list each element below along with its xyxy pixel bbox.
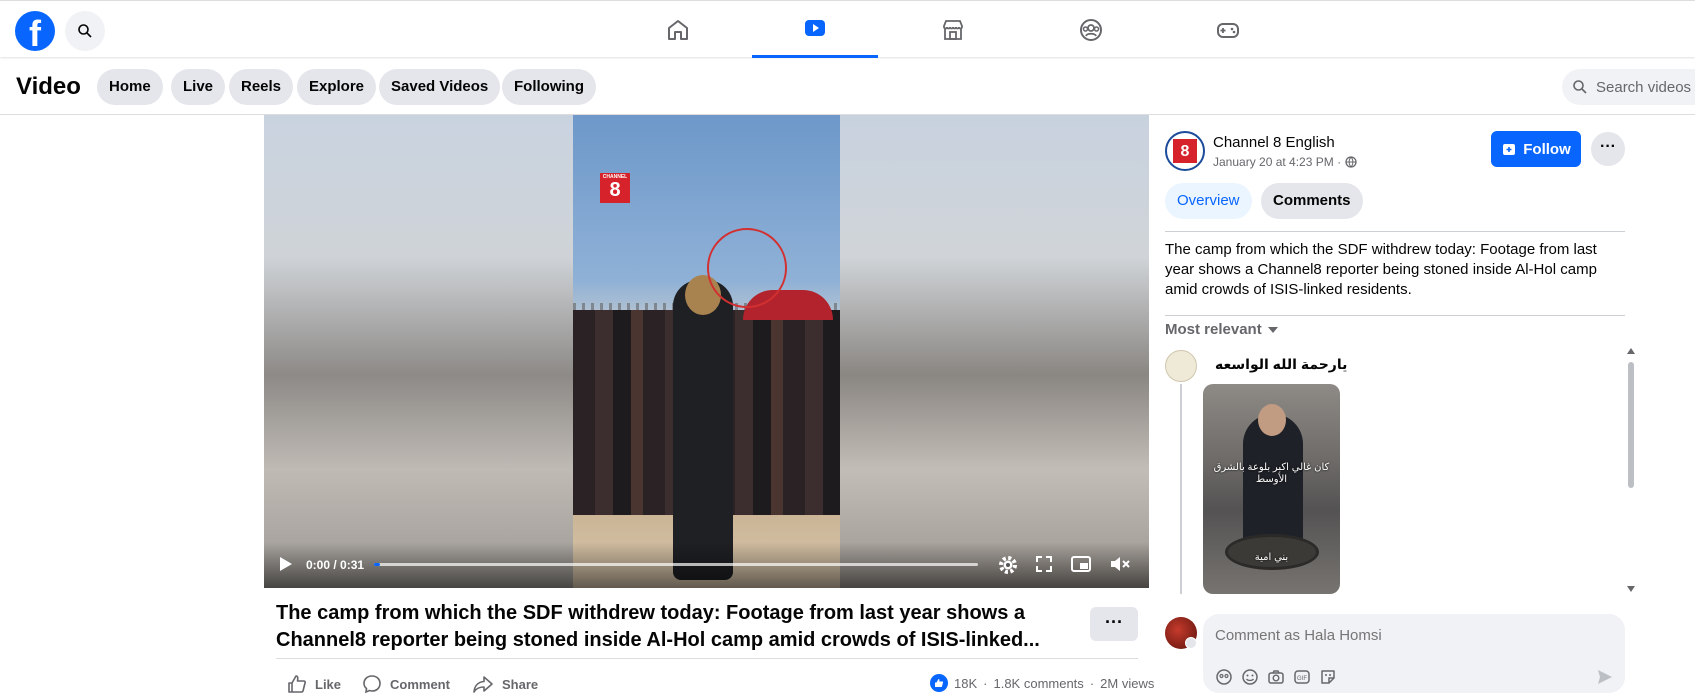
comments-scrollbar[interactable] xyxy=(1626,348,1636,592)
top-navigation-bar: f xyxy=(0,0,1695,58)
channel8-logo: CHANNEL 8 xyxy=(600,173,630,203)
mute-icon[interactable] xyxy=(1109,554,1131,574)
nav-tab-video[interactable] xyxy=(752,1,878,58)
page-title: Video xyxy=(16,73,81,100)
more-options-button[interactable]: ··· xyxy=(1591,132,1625,166)
comment-count[interactable]: 1.8K comments xyxy=(993,676,1083,691)
chip-following[interactable]: Following xyxy=(502,69,596,105)
scroll-down-arrow-icon[interactable] xyxy=(1627,586,1635,592)
highlight-circle xyxy=(707,228,787,308)
chip-live[interactable]: Live xyxy=(171,69,226,105)
divider xyxy=(1165,315,1625,316)
search-videos-field[interactable]: Search videos xyxy=(1562,69,1695,105)
comment-label: Comment xyxy=(390,676,450,692)
like-button[interactable]: Like xyxy=(287,674,341,694)
post-stats: 18K · 1.8K comments · 2M views xyxy=(930,674,1154,692)
image-caption: كان غالي اكبر بلوعة بالشرق الأوسط xyxy=(1213,462,1330,485)
thread-line xyxy=(1180,384,1182,594)
scroll-thumb[interactable] xyxy=(1628,362,1634,488)
progress-bar[interactable] xyxy=(374,563,978,566)
commenter-avatar[interactable] xyxy=(1165,350,1197,382)
video-controls: 0:00 / 0:31 xyxy=(264,542,1149,588)
tab-overview[interactable]: Overview xyxy=(1165,183,1252,219)
video-player[interactable]: CHANNEL 8 0:00 / 0:31 xyxy=(264,115,1149,588)
share-label: Share xyxy=(502,676,539,692)
video-time: 0:00 / 0:31 xyxy=(306,558,365,572)
post-title: The camp from which the SDF withdrew tod… xyxy=(276,602,1040,651)
globe-icon xyxy=(1345,156,1357,168)
reaction-count[interactable]: 18K xyxy=(954,676,977,691)
nav-tab-groups[interactable] xyxy=(1028,1,1154,58)
home-icon xyxy=(668,19,688,40)
gif-icon[interactable]: GIF xyxy=(1293,668,1311,686)
share-button[interactable]: Share xyxy=(472,674,538,694)
svg-text:GIF: GIF xyxy=(1297,676,1307,682)
thumbs-up-icon xyxy=(288,675,306,693)
comment-composer: GIF xyxy=(1203,614,1625,693)
chip-explore[interactable]: Explore xyxy=(297,69,377,105)
chip-saved-videos[interactable]: Saved Videos xyxy=(379,69,501,105)
settings-gear-icon[interactable] xyxy=(997,554,1019,576)
progress-fill xyxy=(374,563,381,566)
camera-icon[interactable] xyxy=(1267,668,1285,686)
comment-bubble-icon xyxy=(363,675,381,694)
emoji-icon[interactable] xyxy=(1241,668,1259,686)
view-count: 2M views xyxy=(1100,675,1155,691)
groups-icon xyxy=(1080,18,1102,41)
facebook-logo[interactable]: f xyxy=(15,11,55,51)
caret-down-icon xyxy=(1267,326,1278,333)
comment-image[interactable]: كان غالي اكبر بلوعة بالشرق الأوسط بني ام… xyxy=(1203,384,1340,594)
page-avatar[interactable]: 8 xyxy=(1165,131,1205,171)
post-date[interactable]: January 20 at 4:23 PM · xyxy=(1213,155,1357,169)
search-videos-placeholder: Search videos xyxy=(1596,78,1692,96)
search-button[interactable] xyxy=(65,11,105,51)
chip-home[interactable]: Home xyxy=(97,69,163,105)
gaming-icon xyxy=(1217,22,1239,38)
search-icon xyxy=(1573,80,1587,94)
video-icon xyxy=(805,20,825,36)
follow-label: Follow xyxy=(1523,140,1571,158)
nav-tab-home[interactable] xyxy=(615,1,741,58)
chip-reels[interactable]: Reels xyxy=(229,69,294,105)
play-icon[interactable] xyxy=(278,555,294,573)
nav-tab-marketplace[interactable] xyxy=(890,1,1016,58)
like-reaction-icon xyxy=(930,674,948,692)
avatar-sticker-icon[interactable] xyxy=(1215,668,1233,686)
follow-button[interactable]: Follow xyxy=(1491,131,1581,167)
search-icon xyxy=(78,24,92,38)
sticker-icon[interactable] xyxy=(1319,668,1337,686)
fullscreen-icon[interactable] xyxy=(1034,554,1054,574)
send-icon[interactable] xyxy=(1596,668,1614,686)
share-arrow-icon xyxy=(473,676,493,693)
like-label: Like xyxy=(315,676,342,692)
avatar-badge xyxy=(1185,637,1197,649)
marketplace-icon xyxy=(943,19,963,40)
divider xyxy=(1165,231,1625,232)
tab-comments[interactable]: Comments xyxy=(1261,183,1363,219)
page-name[interactable]: Channel 8 English xyxy=(1213,134,1335,151)
comment-button[interactable]: Comment xyxy=(362,674,450,694)
miniplayer-icon[interactable] xyxy=(1070,554,1092,574)
scroll-up-arrow-icon[interactable] xyxy=(1627,348,1635,354)
separator: · xyxy=(1089,675,1095,691)
nav-tab-gaming[interactable] xyxy=(1165,1,1291,58)
video-subnav: Video Home Live Reels Explore Saved Vide… xyxy=(0,57,1695,115)
comment-input[interactable] xyxy=(1215,624,1575,646)
man-head xyxy=(1258,404,1286,436)
separator: · xyxy=(983,675,988,691)
image-caption-bottom: بني امية xyxy=(1254,552,1289,563)
video-frame: CHANNEL 8 xyxy=(573,115,840,588)
sort-comments-dropdown[interactable]: Most relevant xyxy=(1165,321,1278,338)
reporter-figure xyxy=(673,280,733,580)
post-description: The camp from which the SDF withdrew tod… xyxy=(1165,241,1597,298)
post-more-button[interactable]: ··· xyxy=(1090,607,1138,641)
commenter-name[interactable]: يارحمة الله الواسعه xyxy=(1215,356,1347,373)
divider xyxy=(276,658,1138,659)
add-page-icon xyxy=(1503,144,1516,155)
